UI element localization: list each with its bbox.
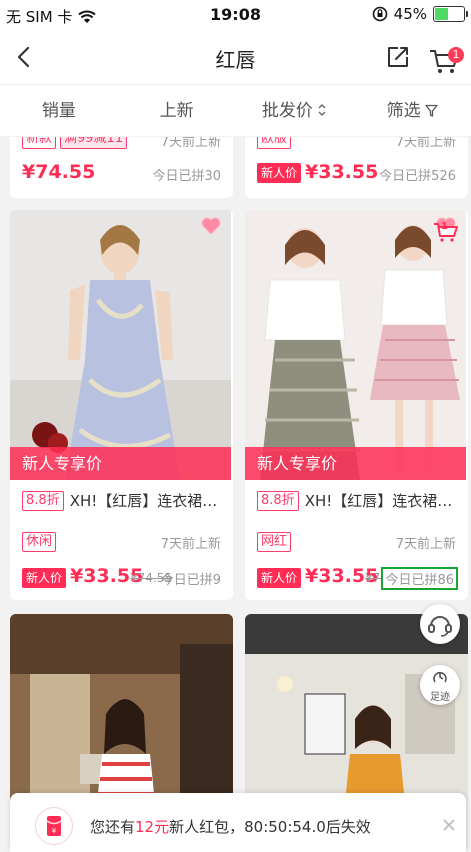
sort-bar: 销量 上新 批发价 筛选 [0,84,471,136]
battery-group: 45% [372,5,468,23]
style-tag: 休闲 [22,532,57,552]
close-icon[interactable] [442,818,456,832]
product-image: 新人专享价 [10,210,231,480]
group-buy-count-text: 今日已拼86 [385,573,454,588]
product-title: XH!【红唇】连衣裙… [304,492,453,510]
heart-icon[interactable] [201,217,221,235]
new-user-ribbon: 新人专享价 [10,447,231,480]
footprint-icon [433,671,447,683]
product-card-top-right[interactable]: 欧版 7天前上新 新人价 ¥33.55 今日已拼526 [245,137,468,198]
discount-tag: 8.8折 [22,490,64,511]
tags-row: 新款 满99减11 [22,137,128,149]
headset-icon [428,616,452,637]
share-icon[interactable] [384,43,412,71]
product-tag: 欧版 [257,137,292,149]
sort-price-label: 批发价 [261,101,313,121]
battery-percent: 45% [393,5,427,23]
sort-new-label: 上新 [159,101,194,121]
sort-filter[interactable]: 筛选 [353,85,471,136]
discount-tag: 8.8折 [257,490,299,511]
battery-fill [435,8,448,20]
promo-tag: 满99减11 [60,137,128,149]
product-card-right[interactable]: 新人专享价 1 8.8折 XH!【红唇】连衣裙… 网红 7天前上新 新人价 ¥3… [245,210,468,600]
footprint-button[interactable]: 足迹 [420,665,460,705]
title-row: 8.8折 XH!【红唇】连衣裙… [257,490,457,511]
listing-time: 7天前上新 [395,137,456,150]
product-card-top-left[interactable]: 新款 满99减11 7天前上新 ¥74.55 今日已拼30 [10,137,233,198]
svg-text:¥: ¥ [52,827,57,835]
sort-arrows-icon [318,104,326,116]
customer-service-button[interactable] [420,604,460,644]
product-photo [245,210,466,480]
product-card-left[interactable]: 新人专享价 8.8折 XH!【红唇】连衣裙… 休闲 7天前上新 新人价 ¥33.… [10,210,233,600]
listing-time: 7天前上新 [160,537,221,552]
product-photo [10,210,231,480]
group-buy-count: 今日已拼9 [160,573,221,588]
ribbon-label: 新人专享价 [257,454,338,473]
sort-new[interactable]: 上新 [118,85,236,136]
sort-sales[interactable]: 销量 [0,85,118,136]
add-to-cart-button[interactable]: 1 [432,218,460,244]
sort-sales-label: 销量 [41,101,76,121]
group-buy-count: 今日已拼86 [381,567,458,590]
banner-prefix: 您还有 [90,818,136,836]
group-buy-count: 今日已拼30 [152,169,221,184]
new-user-ribbon: 新人专享价 [245,447,466,480]
red-packet-icon: ¥ [36,808,72,844]
listing-time: 7天前上新 [395,537,456,552]
product-tag: 新款 [22,137,57,149]
banner-suffix: 新人红包，80:50:54.0后失效 [169,818,371,836]
sort-wholesale-price[interactable]: 批发价 [236,85,354,136]
banner-amount: 12元 [135,818,170,836]
price: ¥33.55 [305,161,379,183]
sort-filter-label: 筛选 [386,101,421,121]
price: ¥74.55 [22,161,96,183]
filter-icon [424,104,438,117]
status-bar: 无 SIM 卡 19:08 45% [0,0,471,30]
product-title: XH!【红唇】连衣裙… [69,492,218,510]
ribbon-label: 新人专享价 [22,454,103,473]
group-buy-count: 今日已拼526 [379,169,456,184]
red-packet-banner[interactable]: ¥ 您还有12元新人红包，80:50:54.0后失效 [10,793,466,852]
card-cart-badge: 1 [441,221,448,232]
style-tag: 网红 [257,532,292,552]
cart-count-badge: 1 [448,47,464,63]
red-packet-message: 您还有12元新人红包，80:50:54.0后失效 [90,816,371,837]
new-user-price-badge: 新人价 [257,568,302,588]
new-user-price-badge: 新人价 [22,568,67,588]
footprint-label: 足迹 [430,692,450,703]
product-image: 新人专享价 1 [245,210,466,480]
title-row: 8.8折 XH!【红唇】连衣裙… [22,490,222,511]
listing-time: 7天前上新 [160,137,221,150]
cart-button[interactable]: 1 [428,42,464,74]
nav-bar: 红唇 1 [0,30,471,84]
orientation-lock-icon [372,6,387,22]
new-user-price-badge: 新人价 [257,163,302,183]
battery-icon [433,6,468,22]
